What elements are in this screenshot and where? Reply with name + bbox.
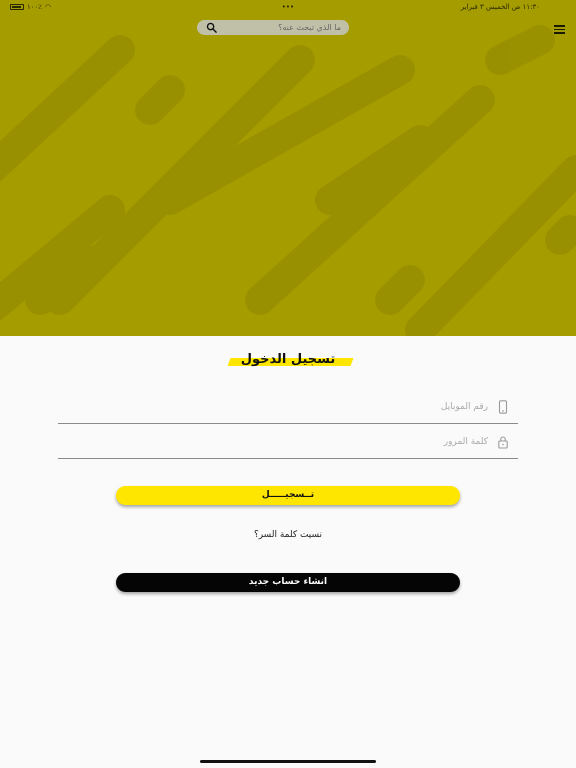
password-field[interactable] xyxy=(58,431,518,459)
search-icon[interactable] xyxy=(206,22,217,33)
search-input[interactable] xyxy=(221,23,341,32)
phone-field[interactable] xyxy=(58,396,518,424)
create-account-button[interactable]: انشاء حساب جديد xyxy=(116,573,460,592)
phone-input[interactable] xyxy=(108,402,488,412)
login-title: تسجيل الدخول xyxy=(231,352,346,367)
lock-icon xyxy=(498,436,508,449)
phone-icon xyxy=(498,400,508,414)
password-input[interactable] xyxy=(108,437,488,447)
login-button[interactable]: تــسجيـــــل xyxy=(116,486,460,505)
login-title-container: تسجيل الدخول xyxy=(0,348,576,367)
hero-stripes-decoration xyxy=(0,25,576,336)
menu-icon[interactable] xyxy=(554,25,565,34)
search-bar[interactable] xyxy=(197,20,349,35)
status-time-date: ١١:٣٠ ص الخميس ٣ فبراير xyxy=(460,3,540,11)
status-bar: ١٠٠٪ ◠ ••• ١١:٣٠ ص الخميس ٣ فبراير xyxy=(0,0,576,14)
hero-banner: ١٠٠٪ ◠ ••• ١١:٣٠ ص الخميس ٣ فبراير xyxy=(0,0,576,336)
home-indicator xyxy=(200,760,376,763)
forgot-password-link[interactable]: نسيت كلمة السر؟ xyxy=(0,530,576,540)
